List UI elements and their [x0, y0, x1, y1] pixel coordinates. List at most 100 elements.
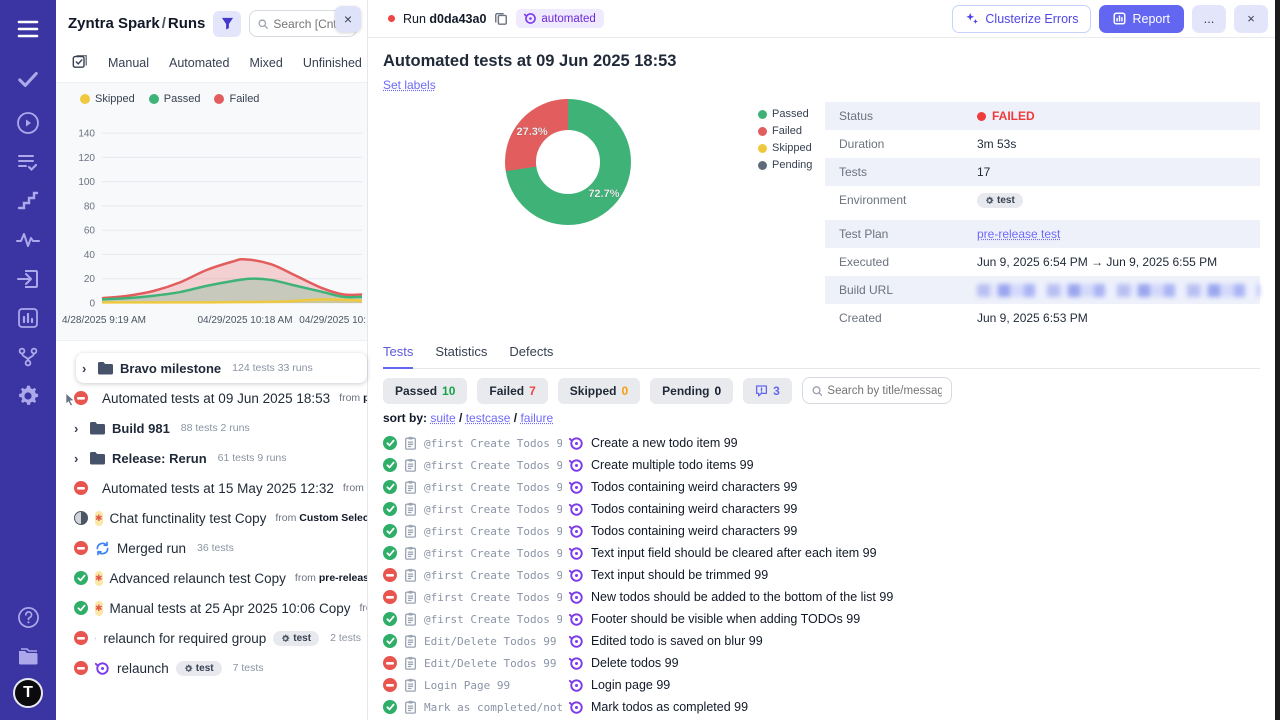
folder-icon	[89, 451, 105, 465]
help-icon[interactable]	[8, 600, 48, 634]
test-row[interactable]: @first Create Todos 99…Footer should be …	[383, 608, 1246, 630]
automated-run-icon	[569, 656, 584, 671]
logo-t[interactable]: T	[13, 678, 43, 708]
detail-label: Test Plan	[839, 227, 977, 241]
test-row[interactable]: @first Create Todos 99…Create a new todo…	[383, 432, 1246, 454]
steps-icon[interactable]	[8, 184, 48, 218]
run-row[interactable]: Automated tests at 09 Jun 2025 18:53from…	[56, 383, 367, 413]
filter-pending[interactable]: Pending0	[650, 378, 733, 404]
passed-status-icon	[74, 571, 88, 585]
set-labels-link[interactable]: Set labels	[383, 78, 436, 92]
copy-icon[interactable]	[494, 11, 508, 26]
passed-status-icon	[383, 458, 397, 472]
window-scrollbar[interactable]	[1275, 0, 1280, 720]
filter-failed[interactable]: Failed7	[477, 378, 547, 404]
run-row[interactable]: ✱Manual tests at 25 Apr 2025 10:06 Copyf…	[56, 593, 367, 623]
chevron-right-icon[interactable]: ›	[82, 361, 90, 376]
run-folder-row[interactable]: ›Build 98188 tests 2 runs	[56, 413, 367, 443]
filter-skipped[interactable]: Skipped0	[558, 378, 640, 404]
test-title: New todos should be added to the bottom …	[591, 590, 893, 604]
svg-text:04/29/2025 10:: 04/29/2025 10:	[299, 315, 366, 326]
tests-search-input[interactable]	[827, 385, 941, 397]
test-suite: Edit/Delete Todos 99 @…	[424, 657, 562, 670]
filter-button[interactable]	[213, 11, 241, 37]
automated-run-icon	[569, 480, 584, 495]
run-row[interactable]: ✱Chat functinality test Copyfrom Custom …	[56, 503, 367, 533]
test-row[interactable]: @first Create Todos 99…Create multiple t…	[383, 454, 1246, 476]
detail-row: ExecutedJun 9, 2025 6:54 PM → Jun 9, 202…	[825, 248, 1260, 276]
test-row[interactable]: Login Page 99Login page 99	[383, 674, 1246, 696]
detail-label: Environment	[839, 193, 977, 207]
tab-defects[interactable]: Defects	[509, 344, 553, 369]
manual-copy-icon: ✱	[95, 511, 103, 526]
test-title: Login page 99	[591, 678, 670, 692]
more-button[interactable]: ...	[1192, 5, 1226, 33]
donut-legend-passed: Passed	[758, 108, 812, 120]
bar-chart-icon[interactable]	[8, 301, 48, 335]
play-circle-icon[interactable]	[8, 106, 48, 140]
test-row[interactable]: @first Create Todos 99…Text input field …	[383, 542, 1246, 564]
projects-icon[interactable]	[8, 639, 48, 673]
filter-comments[interactable]: 3	[743, 378, 792, 404]
test-row[interactable]: @first Create Todos 99…Todos containing …	[383, 520, 1246, 542]
list-check-icon[interactable]	[8, 145, 48, 179]
run-folder-row[interactable]: ›Release: Rerun61 tests 9 runs	[56, 443, 367, 473]
run-folder-row[interactable]: ›Bravo milestone124 tests 33 runs	[76, 353, 367, 383]
run-row[interactable]: relaunchtest7 tests	[56, 653, 367, 683]
select-all-icon[interactable]	[72, 53, 88, 72]
filter-passed[interactable]: Passed10	[383, 378, 467, 404]
tab-automated[interactable]: Automated	[169, 56, 229, 70]
test-suite: @first Create Todos 99…	[424, 503, 562, 516]
tab-statistics[interactable]: Statistics	[435, 344, 487, 369]
legend-failed: Failed	[214, 93, 259, 105]
status-value: FAILED	[977, 109, 1035, 123]
chevron-right-icon[interactable]: ›	[74, 451, 82, 466]
run-row[interactable]: Automated tests at 15 May 2025 12:32from…	[56, 473, 367, 503]
run-meta: 61 tests 9 runs	[218, 452, 287, 464]
passed-status-icon	[383, 700, 397, 714]
report-button[interactable]: Report	[1099, 5, 1184, 33]
failed-status-icon	[74, 481, 88, 495]
testcase-icon	[404, 546, 417, 560]
tests-search[interactable]	[802, 377, 952, 404]
test-row[interactable]: Mark as completed/not …Mark todos as com…	[383, 696, 1246, 718]
manual-copy-icon: ✱	[95, 571, 103, 586]
test-title: Footer should be visible when adding TOD…	[591, 612, 860, 626]
run-row[interactable]: Merged run36 tests	[56, 533, 367, 563]
clusterize-errors-button[interactable]: Clusterize Errors	[952, 5, 1091, 33]
sign-in-icon[interactable]	[8, 262, 48, 296]
activity-icon[interactable]	[8, 223, 48, 257]
run-name: Build 981	[112, 421, 170, 436]
test-row[interactable]: @first Create Todos 99…Text input should…	[383, 564, 1246, 586]
failed-status-icon	[383, 656, 397, 670]
gear-icon[interactable]	[8, 379, 48, 413]
git-branch-icon[interactable]	[8, 340, 48, 374]
run-row[interactable]: relaunch for required grouptest2 tests	[56, 623, 367, 653]
tab-tests[interactable]: Tests	[383, 344, 413, 369]
run-name: Automated tests at 09 Jun 2025 18:53	[102, 391, 330, 406]
run-meta: 36 tests	[197, 542, 234, 554]
run-from: from plan 1	[343, 482, 367, 494]
test-row[interactable]: @first Create Todos 99…Todos containing …	[383, 476, 1246, 498]
close-run-button[interactable]: ×	[1234, 5, 1268, 33]
legend-passed: Passed	[149, 93, 201, 105]
run-status-dot	[388, 15, 395, 22]
test-plan-link[interactable]: pre-release test	[977, 227, 1060, 241]
test-row[interactable]: @first Create Todos 99…New todos should …	[383, 586, 1246, 608]
sort-testcase[interactable]: testcase	[466, 411, 511, 425]
check-icon[interactable]	[8, 62, 48, 96]
test-row[interactable]: @first Create Todos 99…Todos containing …	[383, 498, 1246, 520]
tab-mixed[interactable]: Mixed	[249, 56, 282, 70]
detail-label: Duration	[839, 137, 977, 151]
test-row[interactable]: Edit/Delete Todos 99 @…Delete todos 99	[383, 652, 1246, 674]
test-row[interactable]: Edit/Delete Todos 99 @…Edited todo is sa…	[383, 630, 1246, 652]
sort-suite[interactable]: suite	[430, 411, 455, 425]
chevron-right-icon[interactable]: ›	[74, 421, 82, 436]
tab-manual[interactable]: Manual	[108, 56, 149, 70]
run-row[interactable]: ✱Advanced relaunch test Copyfrom pre-rel…	[56, 563, 367, 593]
donut-legend-failed: Failed	[758, 125, 812, 137]
tab-unfinished[interactable]: Unfinished	[303, 56, 362, 70]
sort-failure[interactable]: failure	[520, 411, 553, 425]
menu-icon[interactable]	[8, 12, 48, 46]
close-panel-button[interactable]: ×	[335, 6, 361, 32]
